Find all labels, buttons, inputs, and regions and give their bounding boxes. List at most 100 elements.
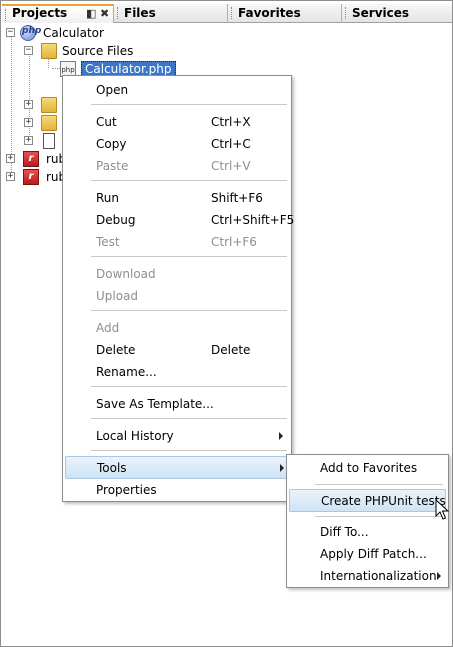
expand-toggle-icon[interactable]: + bbox=[6, 172, 15, 181]
tree-node-folder[interactable]: + bbox=[24, 114, 64, 132]
menu-label: Upload bbox=[96, 289, 139, 303]
menu-item-delete[interactable]: Delete Delete bbox=[63, 339, 291, 361]
menu-label: Diff To... bbox=[320, 525, 369, 539]
collapse-toggle-icon[interactable]: − bbox=[6, 28, 15, 37]
tab-projects[interactable]: Projects ◧ ✖ bbox=[2, 4, 114, 23]
menu-separator bbox=[91, 256, 287, 257]
tree-node-source-files[interactable]: − Source Files bbox=[24, 42, 224, 60]
menu-item-debug[interactable]: Debug Ctrl+Shift+F5 bbox=[63, 209, 295, 231]
menu-item-add[interactable]: Add bbox=[63, 317, 291, 339]
folder-icon bbox=[41, 97, 57, 113]
expand-toggle-icon[interactable]: + bbox=[24, 100, 33, 109]
menu-separator bbox=[91, 180, 287, 181]
menu-item-copy[interactable]: Copy Ctrl+C bbox=[63, 133, 291, 155]
menu-shortcut: Ctrl+V bbox=[211, 159, 251, 173]
menu-label: Tools bbox=[97, 461, 127, 475]
menu-label: Add bbox=[96, 321, 120, 335]
menu-item-open[interactable]: Open bbox=[63, 79, 291, 101]
tree-node-rub-2[interactable]: + r rub bbox=[6, 168, 66, 186]
menu-item-add-to-favorites[interactable]: Add to Favorites bbox=[287, 457, 448, 479]
tab-label: Projects bbox=[12, 6, 68, 20]
menu-separator bbox=[91, 104, 287, 105]
expand-toggle-icon[interactable]: + bbox=[24, 118, 33, 127]
menu-shortcut: Ctrl+F6 bbox=[211, 235, 257, 249]
context-menu: Open Cut Ctrl+X Copy Ctrl+C Paste Ctrl+V Ru… bbox=[62, 75, 295, 502]
folder-icon bbox=[41, 115, 57, 131]
menu-label: Create PHPUnit tests bbox=[321, 494, 446, 508]
tab-favorites[interactable]: Favorites bbox=[228, 4, 342, 23]
menu-shortcut: Ctrl+X bbox=[211, 115, 251, 129]
menu-item-rename[interactable]: Rename... bbox=[63, 361, 291, 383]
expand-toggle-icon[interactable]: + bbox=[6, 154, 15, 163]
tab-label: Files bbox=[124, 6, 156, 20]
menu-label: Internationalization bbox=[320, 569, 437, 583]
tab-label: Favorites bbox=[238, 6, 301, 20]
menu-item-run[interactable]: Run Shift+F6 bbox=[63, 187, 291, 209]
menu-label: Open bbox=[96, 83, 129, 97]
ruby-project-icon: r bbox=[23, 169, 39, 185]
tab-grip bbox=[345, 7, 347, 19]
menu-label: Cut bbox=[96, 115, 117, 129]
tab-strip: Projects ◧ ✖ Files Favorites Services bbox=[2, 4, 452, 23]
menu-item-paste[interactable]: Paste Ctrl+V bbox=[63, 155, 291, 177]
menu-label: Download bbox=[96, 267, 156, 281]
tree-node-include-path[interactable]: + bbox=[24, 132, 64, 150]
menu-shortcut: Ctrl+C bbox=[211, 137, 251, 151]
menu-label: Properties bbox=[96, 483, 157, 497]
menu-separator bbox=[91, 418, 287, 419]
menu-label: Run bbox=[96, 191, 120, 205]
menu-label: Copy bbox=[96, 137, 127, 151]
tab-label: Services bbox=[352, 6, 410, 20]
collapse-toggle-icon[interactable]: − bbox=[24, 46, 33, 55]
ruby-project-icon: r bbox=[23, 151, 39, 167]
tab-services[interactable]: Services bbox=[342, 4, 452, 23]
tab-grip bbox=[117, 7, 119, 19]
menu-separator bbox=[315, 484, 443, 485]
menu-item-create-phpunit-tests[interactable]: Create PHPUnit tests bbox=[289, 489, 446, 512]
restore-window-icon[interactable]: ◧ bbox=[86, 7, 96, 20]
menu-separator bbox=[315, 516, 443, 517]
menu-label: Save As Template... bbox=[96, 397, 214, 411]
menu-item-internationalization[interactable]: Internationalization bbox=[287, 565, 448, 587]
tree-node-folder[interactable]: + bbox=[24, 96, 64, 114]
menu-label: Rename... bbox=[96, 365, 157, 379]
menu-label: Apply Diff Patch... bbox=[320, 547, 427, 561]
tree-node-rub-1[interactable]: + r rub bbox=[6, 150, 66, 168]
menu-label: Add to Favorites bbox=[320, 461, 418, 475]
tab-files[interactable]: Files bbox=[114, 4, 228, 23]
menu-shortcut: Shift+F6 bbox=[211, 191, 263, 205]
menu-item-diff-to[interactable]: Diff To... bbox=[287, 521, 448, 543]
menu-label: Delete bbox=[96, 343, 136, 357]
menu-shortcut: Ctrl+Shift+F5 bbox=[211, 213, 295, 227]
menu-label: Debug bbox=[96, 213, 136, 227]
tree-label: Source Files bbox=[62, 44, 134, 58]
expand-toggle-icon[interactable]: + bbox=[24, 136, 33, 145]
tools-submenu: Add to Favorites Create PHPUnit tests Di… bbox=[286, 454, 449, 588]
submenu-arrow-icon bbox=[279, 432, 283, 440]
menu-item-save-as-template[interactable]: Save As Template... bbox=[63, 393, 291, 415]
menu-item-cut[interactable]: Cut Ctrl+X bbox=[63, 111, 291, 133]
menu-label: Test bbox=[96, 235, 120, 249]
menu-separator bbox=[91, 450, 287, 451]
menu-label: Local History bbox=[96, 429, 174, 443]
menu-separator bbox=[91, 386, 287, 387]
menu-item-test[interactable]: Test Ctrl+F6 bbox=[63, 231, 291, 253]
menu-item-tools[interactable]: Tools bbox=[65, 456, 289, 479]
tab-grip bbox=[231, 7, 233, 19]
tab-grip bbox=[5, 9, 7, 21]
menu-item-apply-diff-patch[interactable]: Apply Diff Patch... bbox=[287, 543, 448, 565]
menu-shortcut: Delete bbox=[211, 343, 251, 357]
menu-item-properties[interactable]: Properties bbox=[63, 479, 291, 501]
tree-label: Calculator bbox=[43, 26, 104, 40]
menu-item-upload[interactable]: Upload bbox=[63, 285, 291, 307]
close-icon[interactable]: ✖ bbox=[100, 7, 109, 20]
tree-line bbox=[52, 68, 60, 69]
menu-separator bbox=[91, 310, 287, 311]
submenu-arrow-icon bbox=[280, 464, 284, 472]
mouse-cursor-icon bbox=[435, 499, 449, 520]
menu-label: Paste bbox=[96, 159, 129, 173]
menu-item-local-history[interactable]: Local History bbox=[63, 425, 291, 447]
php-project-icon-text: php bbox=[22, 26, 42, 36]
menu-item-download[interactable]: Download bbox=[63, 263, 291, 285]
tree-node-calculator[interactable]: − php Calculator bbox=[6, 24, 206, 42]
